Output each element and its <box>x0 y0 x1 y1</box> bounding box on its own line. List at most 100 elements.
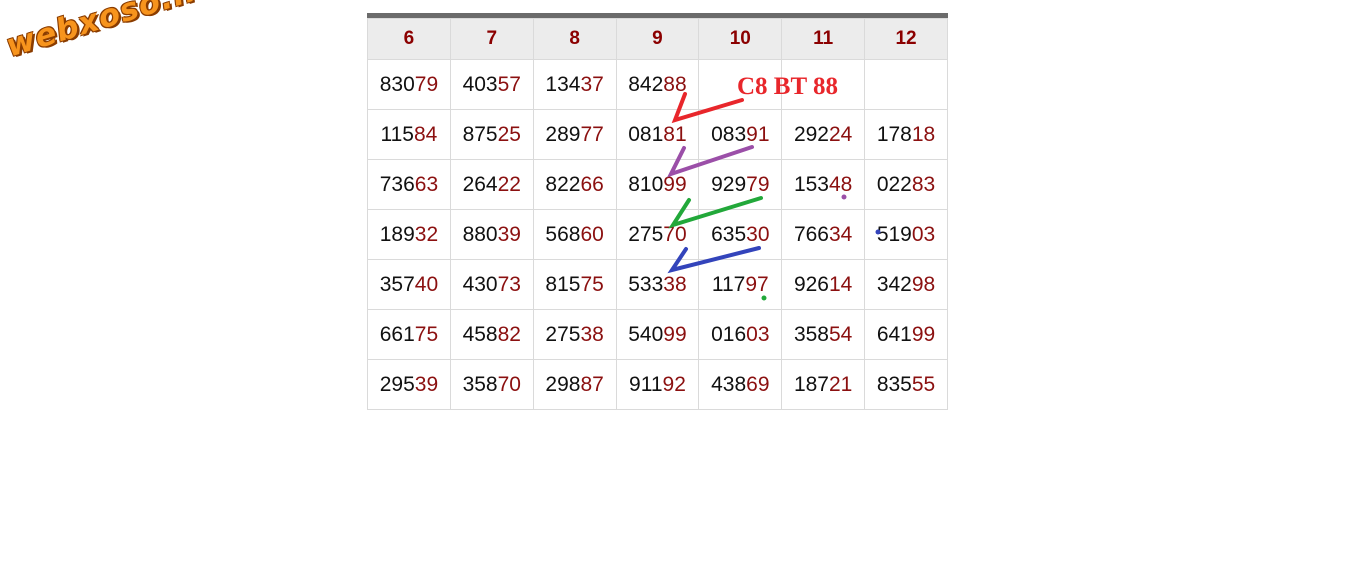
results-table: 6 7 8 9 10 11 12 83079 40357 13437 84288 11584 8752… <box>367 18 948 410</box>
result-cell: 35740 <box>367 259 451 310</box>
number-tail: 24 <box>828 122 853 146</box>
site-watermark-logo: webxoso.net <box>2 0 236 65</box>
result-cell: 11797 <box>698 259 783 310</box>
result-cell: 18721 <box>781 359 866 410</box>
result-cell: 08391 <box>698 109 783 160</box>
result-cell: 82266 <box>532 159 617 210</box>
result-cell: 27538 <box>532 309 617 360</box>
number-prefix: 292 <box>793 122 829 146</box>
number-prefix: 189 <box>379 222 415 246</box>
result-cell: 45882 <box>449 309 534 360</box>
number-prefix: 357 <box>379 272 415 296</box>
result-cell: 56860 <box>532 209 617 260</box>
number-prefix: 115 <box>380 122 414 146</box>
result-cell: 34298 <box>864 259 948 310</box>
number-tail: 99 <box>663 172 687 196</box>
column-header: 6 <box>367 18 451 60</box>
number-tail: 82 <box>497 322 521 346</box>
result-cell: 02283 <box>864 159 948 210</box>
number-prefix: 187 <box>793 372 829 396</box>
number-prefix: 275 <box>628 222 664 246</box>
result-cell: 81099 <box>615 159 700 210</box>
number-prefix: 926 <box>793 272 829 296</box>
number-tail: 83 <box>911 172 936 196</box>
number-prefix: 358 <box>462 372 498 396</box>
result-cell: 87525 <box>449 109 534 160</box>
result-cell: 18932 <box>367 209 451 260</box>
result-cell: 29887 <box>532 359 617 410</box>
table-row: 83079 40357 13437 84288 <box>367 59 948 110</box>
number-tail: 57 <box>497 72 521 96</box>
number-prefix: 810 <box>628 172 664 196</box>
result-cell: 26422 <box>449 159 534 210</box>
result-cell: 28977 <box>532 109 617 160</box>
number-tail: 81 <box>663 122 687 146</box>
number-tail: 32 <box>414 222 439 246</box>
table-row: 18932 88039 56860 27570 63530 76634 51903 <box>367 209 948 260</box>
number-tail: 84 <box>413 122 438 146</box>
column-header: 12 <box>864 18 948 60</box>
result-cell: 27570 <box>615 209 700 260</box>
number-prefix: 022 <box>876 172 912 196</box>
number-prefix: 736 <box>379 172 415 196</box>
number-prefix: 519 <box>876 222 912 246</box>
result-cell: 08181 <box>615 109 700 160</box>
number-prefix: 289 <box>545 122 581 146</box>
result-cell: 51903 <box>864 209 948 260</box>
result-cell: 01603 <box>698 309 783 360</box>
column-header: 11 <box>781 18 866 60</box>
column-header: 8 <box>532 18 617 60</box>
number-prefix: 875 <box>462 122 498 146</box>
number-tail: 69 <box>746 372 770 396</box>
result-cell: 91192 <box>615 359 700 410</box>
number-tail: 39 <box>414 372 439 396</box>
number-tail: 87 <box>580 372 604 396</box>
number-tail: 75 <box>580 272 604 296</box>
result-cell: 17818 <box>864 109 948 160</box>
number-prefix: 842 <box>628 72 664 96</box>
number-tail: 70 <box>497 372 521 396</box>
number-tail: 55 <box>911 372 936 396</box>
result-cell: 29224 <box>781 109 866 160</box>
table-row: 11584 87525 28977 08181 08391 29224 17818 <box>367 109 948 160</box>
number-prefix: 835 <box>876 372 912 396</box>
result-cell: 81575 <box>532 259 617 310</box>
number-tail: 39 <box>497 222 521 246</box>
result-cell: 43073 <box>449 259 534 310</box>
result-cell <box>864 59 948 110</box>
number-prefix: 830 <box>379 72 415 96</box>
result-cell: 53338 <box>615 259 700 310</box>
result-cell: 76634 <box>781 209 866 260</box>
number-tail: 91 <box>746 122 770 146</box>
number-prefix: 540 <box>628 322 664 346</box>
column-header: 10 <box>698 18 783 60</box>
result-cell: 92979 <box>698 159 783 210</box>
number-tail: 98 <box>911 272 936 296</box>
number-tail: 92 <box>662 372 686 396</box>
number-prefix: 880 <box>462 222 498 246</box>
number-tail: 03 <box>911 222 936 246</box>
number-tail: 40 <box>414 272 439 296</box>
number-prefix: 342 <box>876 272 912 296</box>
result-cell: 43869 <box>698 359 783 410</box>
number-tail: 60 <box>580 222 604 246</box>
number-tail: 70 <box>663 222 687 246</box>
number-prefix: 641 <box>876 322 912 346</box>
table-row: 29539 35870 29887 91192 43869 18721 83555 <box>367 359 948 410</box>
number-tail: 54 <box>828 322 853 346</box>
number-prefix: 661 <box>379 322 415 346</box>
result-cell: 83079 <box>367 59 451 110</box>
number-prefix: 911 <box>629 372 663 396</box>
result-cell: 88039 <box>449 209 534 260</box>
result-cell: 35854 <box>781 309 866 360</box>
number-prefix: 358 <box>793 322 829 346</box>
number-tail: 34 <box>828 222 853 246</box>
number-prefix: 815 <box>545 272 581 296</box>
result-cell: 64199 <box>864 309 948 360</box>
result-cell: 15348 <box>781 159 866 210</box>
number-prefix: 929 <box>711 172 747 196</box>
number-tail: 37 <box>580 72 604 96</box>
result-cell: 54099 <box>615 309 700 360</box>
number-tail: 25 <box>497 122 521 146</box>
number-tail: 22 <box>497 172 521 196</box>
